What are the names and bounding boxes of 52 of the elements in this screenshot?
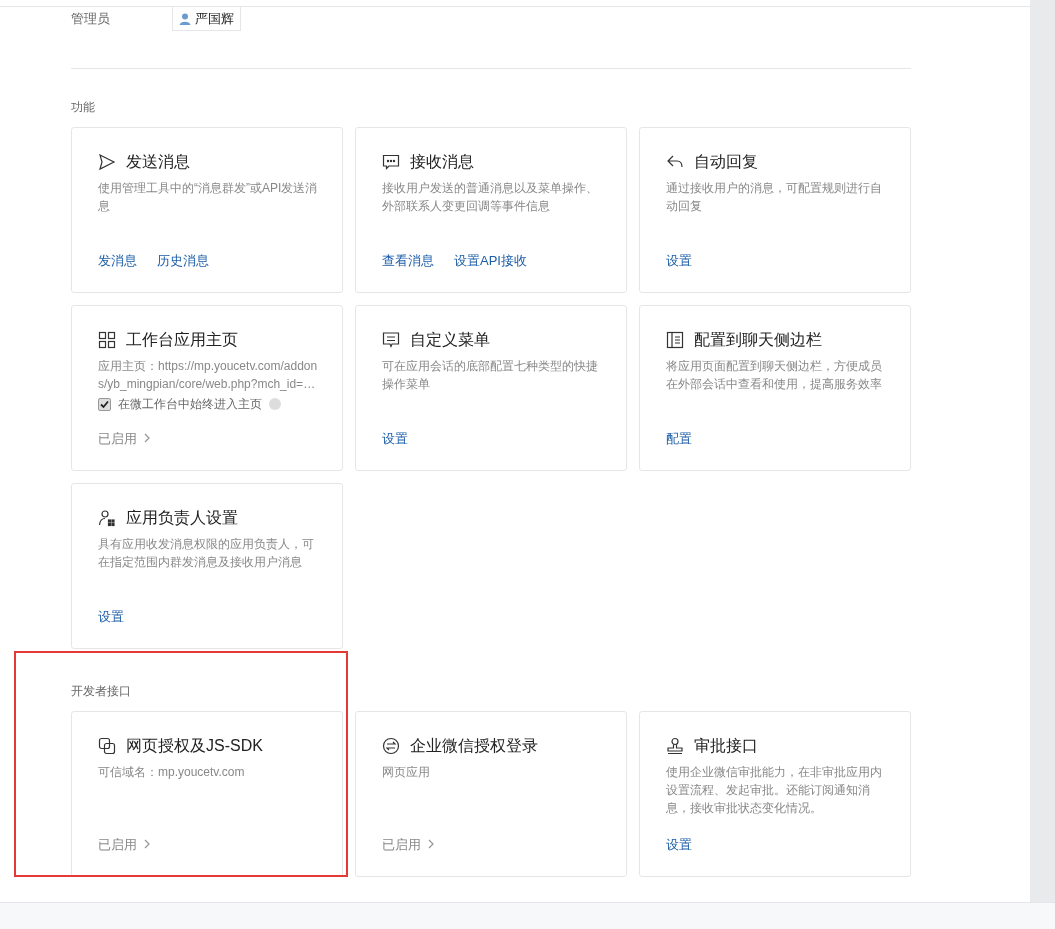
card-title: 自定义菜单 (410, 330, 490, 350)
card-title: 接收消息 (410, 152, 474, 172)
card-description: 可信域名：mp.youcetv.com (98, 764, 246, 781)
chevron-right-icon (144, 839, 150, 850)
card-link[interactable]: 历史消息 (157, 250, 209, 270)
stamp-icon (666, 737, 684, 755)
section-title: 开发者接口 (71, 683, 132, 700)
user-icon (179, 12, 191, 25)
card-description: 可在应用会话的底部配置七种类型的快捷操作菜单 (382, 358, 599, 393)
card-link[interactable]: 设置 (382, 428, 408, 448)
chat-bubble-icon (382, 153, 400, 171)
checkbox[interactable] (98, 397, 111, 411)
swap-circle-icon (382, 737, 400, 755)
send-icon (98, 153, 116, 171)
card-title: 审批接口 (694, 736, 758, 756)
enabled-status-link[interactable]: 已启用 (98, 428, 150, 448)
chevron-right-icon (144, 433, 150, 444)
card-link[interactable]: 设置 (98, 606, 124, 626)
card-description: 使用管理工具中的“消息群发”或API发送消息 (98, 180, 319, 215)
card-description: 网页应用 (382, 764, 431, 781)
card-title: 网页授权及JS-SDK (126, 736, 263, 756)
card-link[interactable]: 配置 (666, 428, 692, 448)
card-title: 工作台应用主页 (126, 330, 238, 350)
card-description: 应用主页：https://mp.youcetv.com/addons/yb_mingpian/core/web.php?mch_id=… (98, 358, 319, 393)
card-description: 使用企业微信审批能力，在非审批应用内设置流程、发起审批。还能订阅通知消息，接收审批状态变化情况。 (666, 764, 883, 817)
person-grid-icon (98, 509, 116, 527)
menu-card-icon (382, 331, 400, 349)
admin-label: 管理员 (71, 10, 111, 29)
card-description: 具有应用收发消息权限的应用负责人，可在指定范围内群发消息及接收用户消息 (98, 536, 315, 571)
card-description: 接收用户发送的普通消息以及菜单操作、外部联系人变更回调等事件信息 (382, 180, 599, 215)
card-title: 应用负责人设置 (126, 508, 238, 528)
admin-chip[interactable]: 严国辉 (172, 7, 241, 31)
card-title: 配置到聊天侧边栏 (694, 330, 822, 350)
grid-icon (98, 331, 116, 349)
enabled-status-link[interactable]: 已启用 (382, 834, 434, 854)
card-description: 将应用页面配置到聊天侧边栏，方便成员在外部会话中查看和使用，提高服务效率 (666, 358, 883, 393)
info-icon (269, 398, 281, 410)
chevron-right-icon (428, 839, 434, 850)
card-link[interactable]: 设置 (666, 250, 692, 270)
sidebar-icon (666, 331, 684, 349)
copy-icon (98, 737, 116, 755)
card-title: 企业微信授权登录 (410, 736, 538, 756)
card-title: 自动回复 (694, 152, 758, 172)
section-title: 功能 (71, 99, 96, 116)
card-link[interactable]: 发消息 (98, 250, 137, 270)
card-link[interactable]: 查看消息 (382, 250, 434, 270)
card-link[interactable]: 设置 (666, 834, 692, 854)
enabled-status-link[interactable]: 已启用 (98, 834, 150, 854)
card-link[interactable]: 设置API接收 (454, 250, 527, 270)
card-description: 通过接收用户的消息，可配置规则进行自动回复 (666, 180, 883, 215)
checkbox-label: 在微工作台中始终进入主页 (118, 396, 262, 413)
card-title: 发送消息 (126, 152, 190, 172)
